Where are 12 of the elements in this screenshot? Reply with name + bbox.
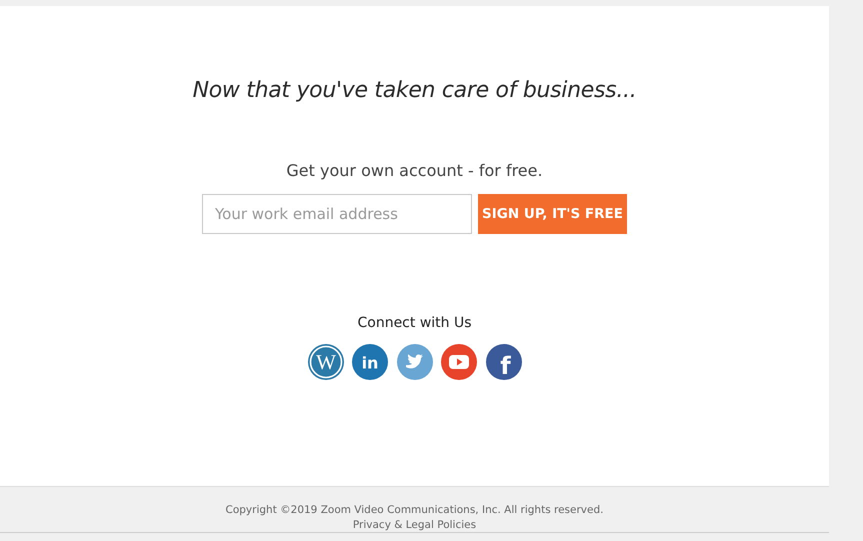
email-field[interactable]: Your work email address (202, 194, 472, 234)
wordpress-icon[interactable]: W (308, 344, 344, 380)
linkedin-icon[interactable]: in (352, 344, 388, 380)
headline: Now that you've taken care of business... (192, 78, 636, 103)
signup-prompt: Get your own account - for free. (286, 161, 543, 180)
privacy-link[interactable]: Privacy & Legal Policies (352, 519, 476, 531)
play-button-icon[interactable] (441, 344, 477, 380)
bird-icon[interactable] (396, 344, 432, 380)
signup-button[interactable]: SIGN UP, IT'S FREE (478, 194, 627, 234)
facebook-icon[interactable]: f (486, 344, 522, 380)
connect-heading: Connect with Us (357, 315, 472, 331)
copyright-text: Copyright ©2019 Zoom Video Communications, Inc. All rights reserved. (226, 504, 604, 516)
